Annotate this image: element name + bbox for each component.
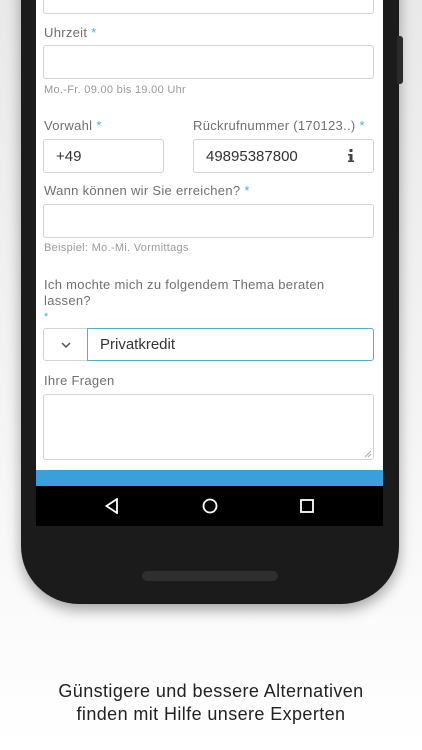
time-label: Uhrzeit * bbox=[44, 25, 97, 40]
submit-bar[interactable] bbox=[36, 470, 383, 486]
reach-input[interactable] bbox=[43, 204, 374, 238]
home-circle-icon bbox=[202, 498, 218, 514]
questions-textarea[interactable] bbox=[43, 394, 374, 460]
reach-label-text: Wann können wir Sie erreichen? bbox=[44, 183, 241, 198]
reach-label: Wann können wir Sie erreichen? * bbox=[44, 183, 250, 198]
required-marker: * bbox=[244, 183, 250, 198]
reach-hint: Beispiel: Mo.-Mi. Vormittags bbox=[44, 242, 189, 254]
topic-label: Ich mochte mich zu folgendem Thema berat… bbox=[44, 277, 325, 308]
callback-number-input[interactable]: 49895387800 bbox=[193, 139, 330, 173]
home-button[interactable] bbox=[190, 486, 230, 526]
app-screen: Uhrzeit * Mo.-Fr. 09.00 bis 19.00 Uhr Vor… bbox=[36, 0, 383, 486]
info-icon bbox=[348, 149, 354, 162]
textarea-resize-handle[interactable] bbox=[364, 450, 372, 458]
prefix-label: Vorwahl * bbox=[44, 118, 102, 133]
phone-side-button bbox=[397, 36, 403, 84]
caption-line-2: finden mit Hilfe unsere Experten bbox=[76, 704, 346, 724]
topic-required-marker: * bbox=[40, 311, 49, 323]
phone-speaker-grille bbox=[142, 571, 278, 581]
time-label-text: Uhrzeit bbox=[44, 25, 88, 40]
required-marker: * bbox=[91, 25, 97, 40]
callback-label: Rückrufnummer (170123..) * bbox=[193, 118, 365, 133]
callback-label-text: Rückrufnummer (170123..) bbox=[193, 118, 356, 133]
back-button[interactable] bbox=[92, 486, 132, 526]
time-input[interactable] bbox=[43, 45, 374, 79]
back-triangle-icon bbox=[105, 498, 118, 514]
required-marker: * bbox=[359, 118, 365, 133]
questions-label: Ihre Fragen bbox=[44, 373, 115, 388]
required-marker: * bbox=[96, 118, 102, 133]
required-marker: * bbox=[44, 311, 49, 323]
recents-square-icon bbox=[300, 499, 314, 513]
marketing-caption: Günstigere und bessere Alternativen find… bbox=[0, 680, 422, 726]
recents-button[interactable] bbox=[287, 486, 327, 526]
caption-line-1: Günstigere und bessere Alternativen bbox=[58, 681, 364, 701]
chevron-down-icon bbox=[60, 341, 71, 348]
time-hint: Mo.-Fr. 09.00 bis 19.00 Uhr bbox=[44, 84, 186, 96]
android-navigation-bar bbox=[36, 486, 383, 526]
previous-field[interactable] bbox=[43, 0, 374, 14]
prefix-input[interactable]: +49 bbox=[43, 139, 164, 173]
info-button[interactable] bbox=[329, 139, 374, 173]
prefix-label-text: Vorwahl bbox=[44, 118, 93, 133]
topic-dropdown-toggle[interactable] bbox=[43, 328, 88, 361]
topic-select[interactable]: Privatkredit bbox=[87, 328, 374, 361]
